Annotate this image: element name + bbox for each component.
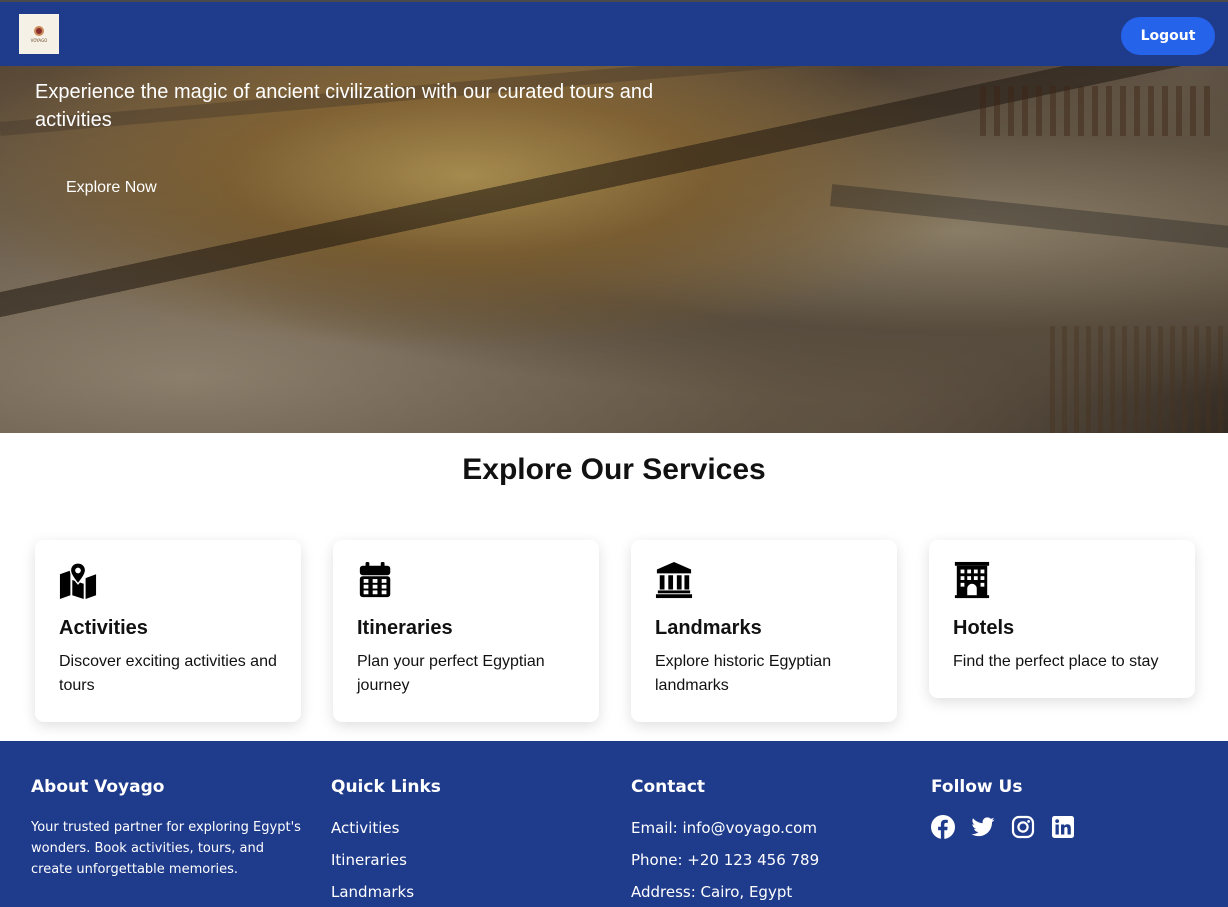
footer-quick-links: Quick Links Activities Itineraries Landm… [331, 777, 441, 901]
service-card-description: Plan your perfect Egyptian journey [357, 653, 545, 694]
landmark-icon [655, 561, 693, 599]
hero-banner: Experience the magic of ancient civiliza… [0, 66, 1228, 433]
logo-emblem-icon [34, 25, 44, 36]
footer-contact-heading: Contact [631, 777, 706, 797]
facebook-icon[interactable] [931, 815, 955, 839]
site-footer: About Voyago Your trusted partner for ex… [0, 741, 1228, 907]
calendar-icon [359, 561, 391, 598]
logout-button[interactable]: Logout [1121, 17, 1215, 55]
service-card-description: Explore historic Egyptian landmarks [655, 653, 832, 694]
voyago-logo[interactable]: VOYAGO [19, 14, 59, 54]
service-card-title: Hotels [953, 617, 1015, 639]
twitter-icon[interactable] [971, 815, 995, 839]
linkedin-icon[interactable] [1051, 815, 1075, 839]
service-card-description: Find the perfect place to stay [953, 653, 1159, 670]
footer-contact: Contact Email: info@voyago.com Phone: +2… [631, 777, 819, 901]
footer-follow-heading: Follow Us [931, 777, 1023, 797]
footer-link-activities[interactable]: Activities [331, 819, 441, 837]
explore-now-button[interactable]: Explore Now [66, 179, 157, 197]
logo-wordmark: VOYAGO [30, 37, 48, 43]
footer-about-text: Your trusted partner for exploring Egypt… [31, 820, 301, 877]
footer-link-itineraries[interactable]: Itineraries [331, 851, 441, 869]
hotel-icon [954, 561, 990, 599]
hero-image-hieroglyphs [980, 86, 1210, 136]
map-location-icon [59, 562, 97, 599]
footer-about-heading: About Voyago [31, 777, 165, 797]
service-card-title: Activities [59, 617, 148, 639]
service-card-description: Discover exciting activities and tours [59, 653, 277, 694]
footer-contact-email: Email: info@voyago.com [631, 819, 817, 837]
service-card-title: Landmarks [655, 617, 762, 639]
service-card-landmarks[interactable]: Landmarks Explore historic Egyptian land… [631, 540, 897, 722]
instagram-icon[interactable] [1011, 815, 1035, 839]
service-card-activities[interactable]: Activities Discover exciting activities … [35, 540, 301, 722]
service-card-hotels[interactable]: Hotels Find the perfect place to stay [929, 540, 1195, 698]
service-card-title: Itineraries [357, 617, 453, 639]
hero-image-detail [830, 184, 1228, 250]
footer-contact-phone: Phone: +20 123 456 789 [631, 851, 820, 869]
services-heading: Explore Our Services [462, 453, 766, 486]
hero-image-hieroglyphs [1050, 326, 1228, 433]
footer-quick-links-heading: Quick Links [331, 777, 441, 797]
footer-about: About Voyago Your trusted partner for ex… [31, 777, 301, 880]
service-card-itineraries[interactable]: Itineraries Plan your perfect Egyptian j… [333, 540, 599, 722]
top-navbar: VOYAGO Logout [0, 0, 1228, 66]
hero-tagline: Experience the magic of ancient civiliza… [35, 81, 654, 131]
social-links [931, 815, 1075, 839]
footer-link-landmarks[interactable]: Landmarks [331, 883, 441, 901]
footer-follow: Follow Us [931, 777, 1075, 839]
footer-contact-address: Address: Cairo, Egypt [631, 883, 793, 901]
